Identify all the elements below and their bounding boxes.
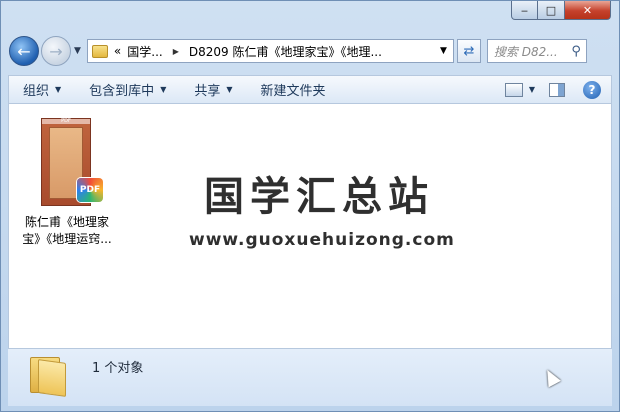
arrow-right-icon: →: [49, 41, 63, 61]
search-placeholder: 搜索 D82...: [493, 44, 558, 59]
breadcrumb-item-root[interactable]: 国学...: [127, 43, 162, 60]
breadcrumb-item-current[interactable]: D8209 陈仁甫《地理家宝》《地理...: [189, 43, 382, 60]
preview-pane-icon[interactable]: [549, 82, 565, 97]
refresh-icon: ⇄: [463, 43, 475, 59]
search-input[interactable]: 搜索 D82... ⚲: [486, 39, 587, 63]
chevron-down-icon: ▼: [226, 85, 233, 94]
back-button[interactable]: ←: [9, 36, 39, 66]
file-item[interactable]: PDF PDF 陈仁甫《地理家 宝》《地理运窍...: [15, 114, 119, 248]
recent-pages-dropdown[interactable]: ▼: [74, 46, 81, 56]
mouse-cursor-icon: [541, 366, 561, 388]
file-name-line1: 陈仁甫《地理家: [24, 215, 109, 229]
organize-menu[interactable]: 组织 ▼: [9, 80, 75, 99]
pdf-header: PDF: [42, 119, 90, 124]
include-library-label: 包含到库中: [89, 84, 155, 99]
chevron-right-icon[interactable]: ▶: [173, 47, 179, 56]
watermark-title: 国学汇总站: [204, 174, 434, 220]
breadcrumb-overflow[interactable]: «: [114, 44, 121, 58]
share-label: 共享: [194, 84, 221, 99]
help-icon[interactable]: ?: [583, 80, 601, 99]
file-name-line2: 宝》《地理运窍...: [22, 232, 112, 246]
share-menu[interactable]: 共享 ▼: [180, 80, 246, 99]
details-pane: 1 个对象: [8, 348, 612, 406]
watermark: 国学汇总站 www.guoxuehuizong.com: [189, 164, 455, 250]
change-view-icon[interactable]: [504, 82, 523, 97]
pdf-thumbnail: PDF PDF: [41, 114, 103, 208]
explorer-window: ‒ □ ✕ ← → ▼ « 国学... ▶ D8209 陈仁甫《地理家宝》《地理…: [0, 0, 620, 412]
navigation-bar: ← → ▼ « 国学... ▶ D8209 陈仁甫《地理家宝》《地理... ▼ …: [9, 34, 611, 68]
folder-icon: [91, 44, 108, 58]
file-list-area[interactable]: PDF PDF 陈仁甫《地理家 宝》《地理运窍... 国学汇总站 www.guo…: [8, 104, 612, 348]
chevron-down-icon: ▼: [55, 85, 62, 94]
pdf-icon: PDF: [77, 178, 103, 202]
maximize-button[interactable]: □: [538, 1, 565, 20]
forward-button[interactable]: →: [41, 36, 71, 66]
new-folder-label: 新建文件夹: [260, 84, 326, 99]
window-controls: ‒ □ ✕: [511, 1, 611, 20]
chevron-down-icon: ▼: [160, 85, 167, 94]
minimize-button[interactable]: ‒: [511, 1, 538, 20]
magnifier-icon[interactable]: ⚲: [571, 44, 581, 59]
item-count: 1 个对象: [92, 361, 144, 376]
file-name: 陈仁甫《地理家 宝》《地理运窍...: [15, 214, 119, 248]
new-folder-button[interactable]: 新建文件夹: [247, 80, 340, 99]
include-in-library-menu[interactable]: 包含到库中 ▼: [75, 80, 180, 99]
arrow-left-icon: ←: [17, 41, 31, 61]
view-options-dropdown[interactable]: ▼: [529, 85, 535, 94]
command-bar: 组织 ▼ 包含到库中 ▼ 共享 ▼ 新建文件夹 ▼ ?: [8, 75, 612, 104]
watermark-url: www.guoxuehuizong.com: [189, 230, 455, 250]
folder-front: [38, 359, 66, 397]
organize-label: 组织: [23, 84, 50, 99]
address-bar[interactable]: « 国学... ▶ D8209 陈仁甫《地理家宝》《地理... ▼: [86, 39, 454, 63]
address-dropdown-icon[interactable]: ▼: [440, 46, 447, 56]
close-button[interactable]: ✕: [565, 1, 611, 20]
folder-icon: [30, 353, 68, 397]
refresh-button[interactable]: ⇄: [456, 39, 481, 63]
